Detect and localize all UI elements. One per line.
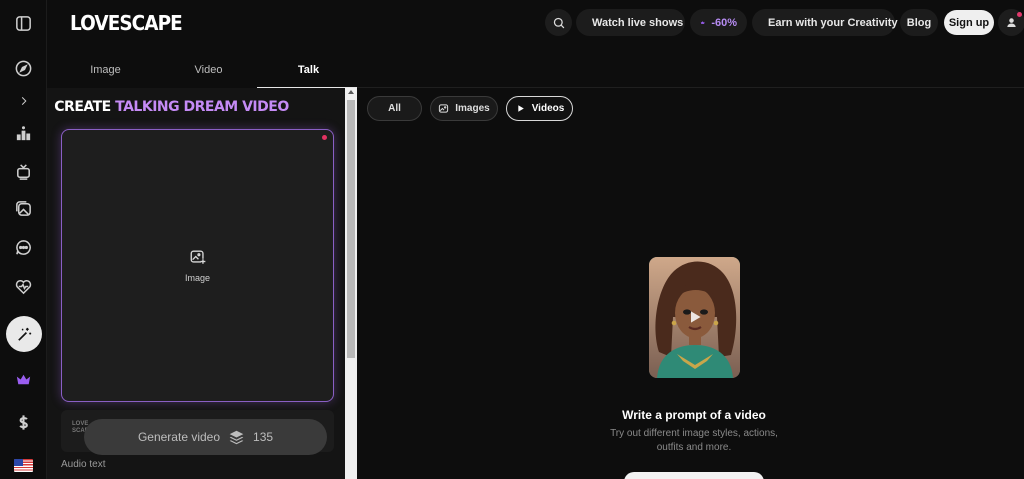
upload-label: Image	[184, 273, 210, 283]
earn-creativity-button[interactable]: Earn with your Creativity	[752, 9, 898, 36]
add-image-icon	[190, 250, 206, 265]
generate-cost: 135	[253, 430, 274, 444]
required-indicator	[322, 135, 327, 140]
tab-talk[interactable]: Talk	[257, 52, 360, 88]
earn-label: Earn with your Creativity	[768, 16, 898, 29]
side-rail	[0, 0, 47, 479]
crown-icon[interactable]	[6, 364, 41, 394]
user-icon	[1007, 18, 1016, 28]
gallery-icon[interactable]	[6, 193, 41, 223]
panel-scrollbar[interactable]	[345, 88, 357, 479]
dollar-icon[interactable]	[6, 407, 41, 437]
play-icon	[517, 105, 524, 112]
leaderboard-icon[interactable]	[6, 118, 41, 148]
crown-icon	[700, 21, 705, 24]
us-flag-icon[interactable]	[6, 450, 41, 479]
filter-all[interactable]: All	[367, 96, 422, 121]
tv-icon[interactable]	[6, 156, 41, 186]
search-icon[interactable]	[545, 9, 572, 36]
user-menu-button[interactable]	[998, 9, 1024, 36]
empty-state-subtitle-line1: Try out different image styles, actions,	[610, 428, 778, 439]
filter-videos-label: Videos	[531, 103, 565, 114]
header-divider	[357, 87, 1024, 88]
notification-dot	[1017, 12, 1022, 17]
image-icon	[439, 104, 449, 113]
filter-images-label: Images	[455, 103, 490, 114]
scroll-up-icon[interactable]	[348, 90, 354, 94]
panel-title: CREATE TALKING DREAM VIDEO	[0, 99, 343, 115]
empty-state-title: Write a prompt of a video	[622, 408, 766, 422]
discount-button[interactable]: -60%	[690, 9, 747, 36]
heart-pulse-icon[interactable]	[6, 271, 41, 301]
discount-label: -60%	[711, 16, 737, 29]
panel-toggle-icon[interactable]	[6, 8, 41, 38]
audio-text-label: Audio text	[61, 459, 106, 470]
mode-tabs: Image Video Talk	[47, 52, 360, 88]
empty-state-subtitle: Try out different image styles, actions,…	[580, 427, 808, 455]
compass-icon[interactable]	[6, 53, 41, 83]
filter-videos[interactable]: Videos	[506, 96, 573, 121]
magic-wand-icon[interactable]	[6, 316, 42, 352]
play-icon	[691, 311, 701, 323]
blog-link[interactable]: Blog	[900, 9, 938, 36]
app-logo[interactable]: LOVESCAPE	[70, 11, 183, 35]
empty-state-subtitle-line2: outfits and more.	[656, 442, 732, 453]
create-button[interactable]	[624, 472, 764, 479]
panel-title-accent: TALKING DREAM VIDEO	[115, 99, 289, 115]
filter-all-label: All	[388, 103, 401, 114]
layers-icon	[229, 430, 244, 444]
panel-title-prefix: CREATE	[54, 99, 116, 115]
signup-button[interactable]: Sign up	[944, 10, 994, 35]
blog-label: Blog	[906, 16, 932, 29]
example-video-thumbnail[interactable]	[649, 257, 740, 378]
generate-video-button[interactable]: Generate video 135	[84, 419, 327, 455]
scroll-thumb[interactable]	[347, 100, 355, 358]
watch-live-button[interactable]: Watch live shows	[576, 9, 685, 36]
filter-images[interactable]: Images	[430, 96, 498, 121]
watch-live-label: Watch live shows	[592, 16, 684, 29]
tab-video[interactable]: Video	[157, 52, 260, 88]
image-upload-area[interactable]: Image	[61, 129, 334, 402]
tab-image[interactable]: Image	[54, 52, 157, 88]
chat-icon[interactable]	[6, 232, 41, 262]
generate-label: Generate video	[137, 430, 221, 444]
